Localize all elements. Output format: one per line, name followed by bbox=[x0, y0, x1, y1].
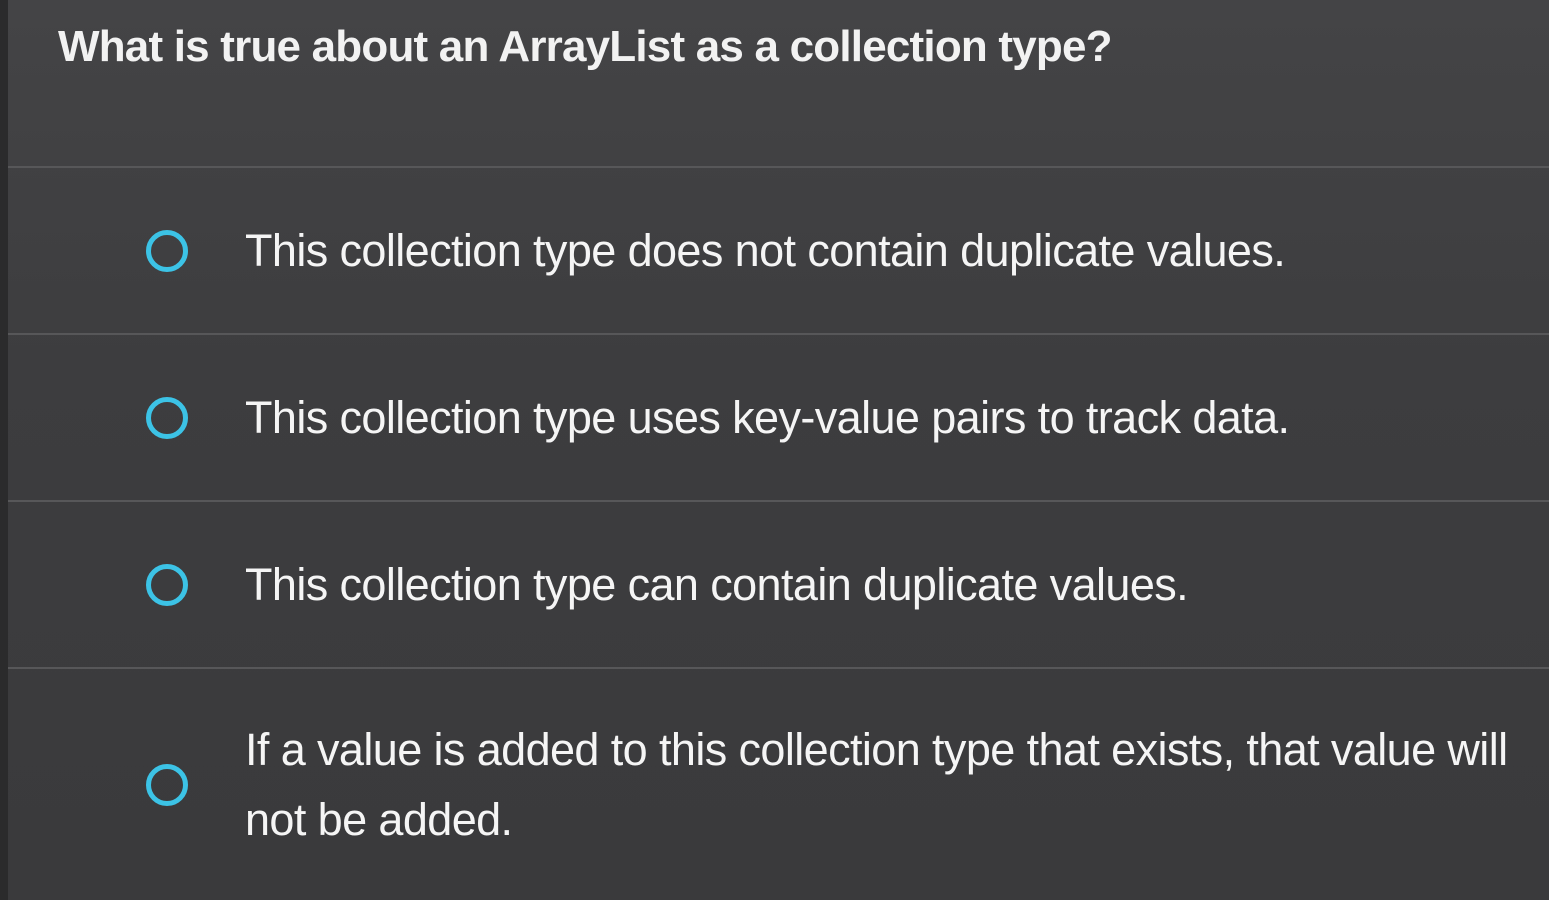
radio-button-4[interactable] bbox=[146, 763, 188, 806]
quiz-screen: What is true about an ArrayList as a col… bbox=[0, 0, 1549, 900]
answer-option-1[interactable]: This collection type does not contain du… bbox=[8, 166, 1549, 334]
radio-button-2[interactable] bbox=[146, 397, 188, 439]
radio-button-3[interactable] bbox=[146, 564, 188, 606]
answer-option-label-4[interactable]: If a value is added to this collection t… bbox=[245, 715, 1509, 855]
answer-option-label-3[interactable]: This collection type can contain duplica… bbox=[245, 550, 1509, 620]
question-text: What is true about an ArrayList as a col… bbox=[58, 22, 1113, 71]
answer-option-label-2[interactable]: This collection type uses key-value pair… bbox=[245, 383, 1509, 453]
answer-option-4[interactable]: If a value is added to this collection t… bbox=[8, 667, 1549, 900]
radio-button-1[interactable] bbox=[146, 230, 188, 272]
answer-option-2[interactable]: This collection type uses key-value pair… bbox=[8, 333, 1549, 501]
answer-option-label-1[interactable]: This collection type does not contain du… bbox=[245, 216, 1509, 286]
answer-option-3[interactable]: This collection type can contain duplica… bbox=[8, 500, 1549, 668]
